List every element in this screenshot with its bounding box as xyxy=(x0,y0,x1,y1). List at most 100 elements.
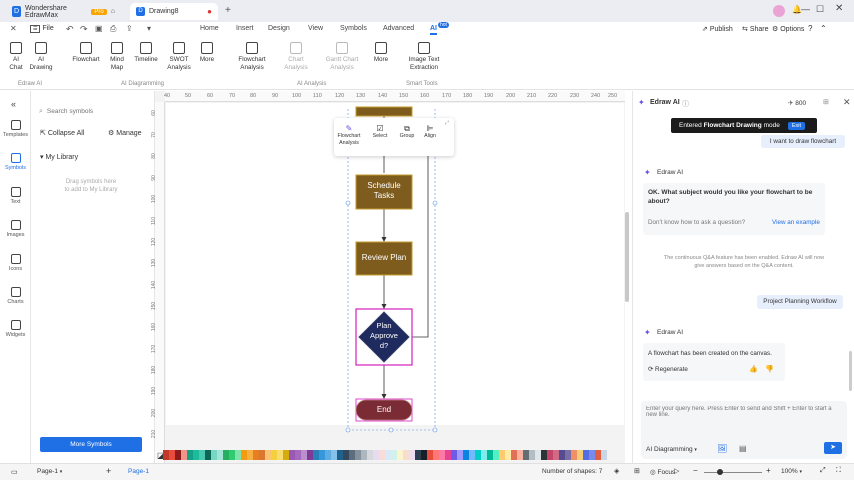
tab-view[interactable]: View xyxy=(308,25,323,32)
close-ai-panel-icon[interactable]: ✕ xyxy=(843,97,851,108)
tab-home[interactable]: Home xyxy=(200,25,219,32)
my-library-header[interactable]: ▾ My Library xyxy=(40,153,78,161)
color-swatch[interactable] xyxy=(169,450,175,460)
color-swatch[interactable] xyxy=(535,450,541,460)
swot-analysis-button[interactable]: SWOT Analysis xyxy=(164,42,194,72)
process-shape-top[interactable] xyxy=(355,106,413,117)
fullscreen-icon[interactable]: ⤢ xyxy=(820,467,826,475)
color-swatch[interactable] xyxy=(241,450,247,460)
search-symbols-input[interactable] xyxy=(46,108,137,115)
color-swatch[interactable] xyxy=(295,450,301,460)
tab-symbols[interactable]: Symbols xyxy=(340,25,367,32)
more-symbols-button[interactable]: More Symbols xyxy=(40,437,142,452)
layout-icon[interactable]: ▭ xyxy=(11,468,18,476)
color-swatch[interactable] xyxy=(187,450,193,460)
color-swatch[interactable] xyxy=(337,450,343,460)
zoom-out-icon[interactable]: − xyxy=(693,466,698,475)
close-window-icon[interactable]: ✕ xyxy=(835,3,843,14)
color-swatch[interactable] xyxy=(205,450,211,460)
color-swatch[interactable] xyxy=(367,450,373,460)
add-page-button[interactable]: + xyxy=(106,466,111,476)
color-swatch[interactable] xyxy=(355,450,361,460)
ai-chat-button[interactable]: AI Chat xyxy=(6,42,26,72)
more-analysis-button[interactable]: More xyxy=(370,42,392,64)
ai-drawing-button[interactable]: AI Drawing xyxy=(27,42,55,72)
search-symbols-box[interactable]: ⌕ xyxy=(39,105,147,118)
toolbar-group[interactable]: ⧉ Group xyxy=(397,124,417,140)
color-swatch[interactable] xyxy=(361,450,367,460)
maximize-icon[interactable]: ☐ xyxy=(816,4,824,15)
color-swatch[interactable] xyxy=(439,450,445,460)
color-swatch[interactable] xyxy=(589,450,595,460)
color-swatch[interactable] xyxy=(397,450,403,460)
selection-handle[interactable] xyxy=(432,200,438,206)
color-swatch[interactable] xyxy=(331,450,337,460)
clear-history-icon[interactable]: ⊞ xyxy=(823,98,829,106)
thumbs-down-icon[interactable]: 👎 xyxy=(765,365,774,373)
more-diagramming-button[interactable]: More xyxy=(197,42,217,64)
color-swatch[interactable] xyxy=(277,450,283,460)
color-swatch[interactable] xyxy=(385,450,391,460)
gantt-analysis-button[interactable]: Gantt Chart Analysis xyxy=(322,42,362,72)
rail-icons[interactable]: Icons xyxy=(0,254,31,272)
zoom-slider-thumb[interactable] xyxy=(717,469,723,475)
color-swatch[interactable] xyxy=(421,450,427,460)
rail-images[interactable]: Images xyxy=(0,220,31,238)
image-upload-icon[interactable]: 🖼 xyxy=(717,444,727,453)
toolbar-flowchart-analysis[interactable]: ✎ Flowchart Analysis xyxy=(336,124,362,146)
color-swatch[interactable] xyxy=(457,450,463,460)
color-swatch[interactable] xyxy=(499,450,505,460)
info-icon[interactable]: ⓘ xyxy=(682,99,689,109)
color-swatch[interactable] xyxy=(265,450,271,460)
rail-charts[interactable]: Charts xyxy=(0,287,31,305)
home-icon[interactable]: ⌂ xyxy=(111,8,115,15)
options-button[interactable]: ⚙ Options xyxy=(772,25,804,33)
color-swatch[interactable] xyxy=(373,450,379,460)
selection-handle[interactable] xyxy=(345,427,351,433)
tab-advanced[interactable]: Advanced xyxy=(383,25,414,32)
redo-icon[interactable]: ↷ xyxy=(80,24,88,35)
color-swatch[interactable] xyxy=(433,450,439,460)
file-menu[interactable]: ☰ File xyxy=(30,25,54,33)
export-icon[interactable]: ⇪ xyxy=(126,24,133,33)
color-swatch[interactable] xyxy=(307,450,313,460)
exit-mode-button[interactable]: Exit xyxy=(787,121,805,130)
color-swatch[interactable] xyxy=(301,450,307,460)
avatar[interactable] xyxy=(773,5,785,17)
color-swatch[interactable] xyxy=(541,450,547,460)
selection-handle[interactable] xyxy=(432,427,438,433)
color-swatch[interactable] xyxy=(481,450,487,460)
color-swatch[interactable] xyxy=(409,450,415,460)
page-tab[interactable]: Page-1 xyxy=(128,468,149,475)
tab-insert[interactable]: Insert xyxy=(236,25,254,32)
fit-page-icon[interactable]: ⊞ xyxy=(634,467,640,475)
color-swatch[interactable] xyxy=(565,450,571,460)
publish-button[interactable]: ⇗ Publish xyxy=(702,25,733,33)
new-tab-button[interactable]: + xyxy=(225,5,231,16)
color-swatch[interactable] xyxy=(505,450,511,460)
color-swatch[interactable] xyxy=(517,450,523,460)
color-swatch[interactable] xyxy=(163,450,169,460)
color-swatch[interactable] xyxy=(463,450,469,460)
layers-icon[interactable]: ◈ xyxy=(614,467,619,475)
thumbs-up-icon[interactable]: 👍 xyxy=(749,365,758,373)
undo-icon[interactable]: ↶ xyxy=(66,24,74,35)
share-button[interactable]: ⇆ Share xyxy=(742,25,769,33)
color-swatch[interactable] xyxy=(271,450,277,460)
minimize-icon[interactable]: — xyxy=(801,4,810,14)
rail-text[interactable]: Text xyxy=(0,187,31,205)
color-swatch[interactable] xyxy=(445,450,451,460)
ai-panel-scrollbar[interactable] xyxy=(849,351,852,391)
timeline-button[interactable]: Timeline xyxy=(131,42,161,64)
tab-design[interactable]: Design xyxy=(268,25,290,32)
tab-ai[interactable]: AI xyxy=(430,25,437,35)
focus-button[interactable]: ◎ Focus xyxy=(650,468,675,476)
color-swatch[interactable] xyxy=(583,450,589,460)
rail-symbols[interactable]: Symbols xyxy=(0,153,31,171)
view-example-link[interactable]: View an example xyxy=(772,219,820,226)
selection-handle[interactable] xyxy=(388,427,394,433)
zoom-slider[interactable] xyxy=(704,472,762,473)
color-swatch[interactable] xyxy=(577,450,583,460)
image-text-extraction-button[interactable]: Image Text Extraction xyxy=(402,42,446,72)
print-icon[interactable]: ⎙ xyxy=(110,24,116,34)
